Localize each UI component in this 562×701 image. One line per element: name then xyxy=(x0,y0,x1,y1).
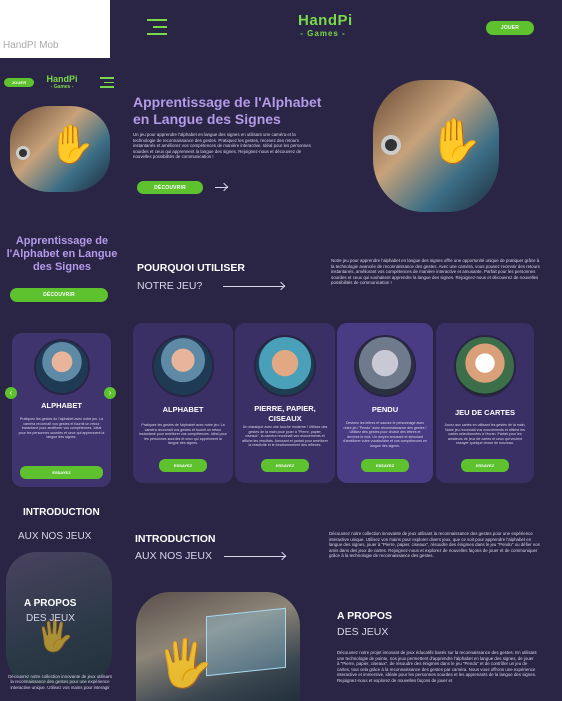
brand-line1: HandPi xyxy=(298,12,353,29)
about-image: 🖐 xyxy=(136,592,300,701)
card-text-pendu: Devinez les lettres et sauvez le personn… xyxy=(343,421,427,448)
intro-arrow-icon xyxy=(277,551,287,561)
mobile-about-text: Découvrez notre collection innovante de … xyxy=(8,674,112,690)
why-arrow-line xyxy=(223,286,285,287)
card-title-alphabet: ALPHABET xyxy=(162,405,204,414)
mobile-about-sub: DES JEUX xyxy=(26,613,75,624)
game-card-rps: PIERRE, PAPIER, CISEAUX Un classique ave… xyxy=(235,323,335,483)
hero-title: Apprentissage de l'Alphabet en Langue de… xyxy=(133,94,322,127)
about-text: Découvrez notre projet innovant de jeux … xyxy=(337,650,537,683)
why-sub: NOTRE JEU? xyxy=(137,280,203,292)
game-card-pendu: PENDU Devinez les lettres et sauvez le p… xyxy=(337,323,433,483)
join-button[interactable]: JOUER xyxy=(486,21,534,35)
about-hand-image: 🖐 xyxy=(156,637,214,689)
card-try-button-pendu[interactable]: ESSAYEZ xyxy=(361,459,409,472)
intro-title: INTRODUCTION xyxy=(135,533,216,545)
intro-arrow-line xyxy=(224,556,286,557)
mobile-card-title: ALPHABET xyxy=(41,401,82,410)
brand-logo[interactable]: HandPi - Games - xyxy=(298,12,353,38)
mobile-intro-title: INTRODUCTION xyxy=(23,507,100,518)
game-card-cards: JEU DE CARTES Jouez aux cartes en utilis… xyxy=(436,323,534,483)
menu-icon[interactable] xyxy=(147,17,167,37)
hero-discover-button[interactable]: DÉCOUVRIR xyxy=(137,181,203,194)
why-title: POURQUOI UTILISER xyxy=(137,262,245,274)
hero-text: Un jeu pour apprendre l'alphabet en lang… xyxy=(133,132,311,160)
about-sub: DES JEUX xyxy=(337,626,389,638)
card-try-button-alphabet[interactable]: ESSAYEZ xyxy=(159,459,207,472)
card-title-cards: JEU DE CARTES xyxy=(454,408,515,417)
mobile-brand-line2: - Games - xyxy=(50,84,74,90)
mobile-hero-image: ✋ xyxy=(10,106,110,192)
mobile-hero-title: Apprentissage de l'Alphabet en Langue de… xyxy=(6,235,118,273)
brand-line2: - Games - xyxy=(300,29,346,38)
carousel-next-icon[interactable]: › xyxy=(104,387,116,399)
card-try-button-rps[interactable]: ESSAYEZ xyxy=(261,459,309,472)
mobile-brand-logo[interactable]: HandPi - Games - xyxy=(42,74,82,90)
card-try-button-cards[interactable]: ESSAYEZ xyxy=(461,459,509,472)
card-title-rps: PIERRE, PAPIER, CISEAUX xyxy=(254,404,316,423)
mobile-brand-line1: HandPi xyxy=(46,74,78,84)
why-text: Notre jeu pour apprendre l'alphabet en l… xyxy=(331,258,540,286)
card-text-cards: Jouez aux cartes en utilisant les gestes… xyxy=(444,423,526,446)
hero-image: ✋ xyxy=(373,80,499,212)
hand-image: ✋ xyxy=(48,124,96,166)
game-card-alphabet: ALPHABET Pratiquez les gestes de l'alpha… xyxy=(133,323,233,483)
about-screen-image xyxy=(206,607,286,677)
carousel-prev-icon[interactable]: ‹ xyxy=(5,387,17,399)
card-image-pendu xyxy=(354,335,416,397)
mobile-about-hand: 🖐 xyxy=(36,620,74,653)
mobile-label: HandPI Mob xyxy=(3,40,59,51)
intro-text: Découvrez notre collection innovante de … xyxy=(329,531,540,559)
mobile-join-button[interactable]: JOUER xyxy=(4,78,34,87)
mobile-about-title: A PROPOS xyxy=(24,598,77,609)
hero-camera-icon xyxy=(381,135,401,155)
mobile-card-alphabet: ALPHABET Pratiquez les gestes de l'alpha… xyxy=(12,333,111,487)
why-arrow-icon xyxy=(276,281,286,291)
card-text-alphabet: Pratiquez les gestes de l'alphabet avec … xyxy=(139,423,227,446)
mobile-intro-sub: AUX NOS JEUX xyxy=(18,531,92,542)
mobile-card-text: Pratiquez les gestes de l'alphabet avec … xyxy=(18,417,105,440)
hero-hand-image: ✋ xyxy=(428,117,483,166)
camera-icon xyxy=(16,146,30,160)
intro-sub: AUX NOS JEUX xyxy=(135,550,213,562)
mobile-card-image xyxy=(34,339,90,395)
card-image-rps xyxy=(254,335,316,397)
mobile-discover-button[interactable]: DÉCOUVRIR xyxy=(10,288,108,302)
about-title: A PROPOS xyxy=(337,610,393,622)
mobile-card-try-button[interactable]: ESSAYEZ xyxy=(20,466,103,479)
card-image-alphabet xyxy=(152,335,214,397)
card-text-rps: Un classique avec une touche moderne ! U… xyxy=(242,425,328,448)
card-image-cards xyxy=(454,335,516,397)
card-title-pendu: PENDU xyxy=(371,405,399,414)
hero-arrow-icon[interactable] xyxy=(215,182,229,192)
mobile-menu-icon[interactable] xyxy=(100,77,114,89)
